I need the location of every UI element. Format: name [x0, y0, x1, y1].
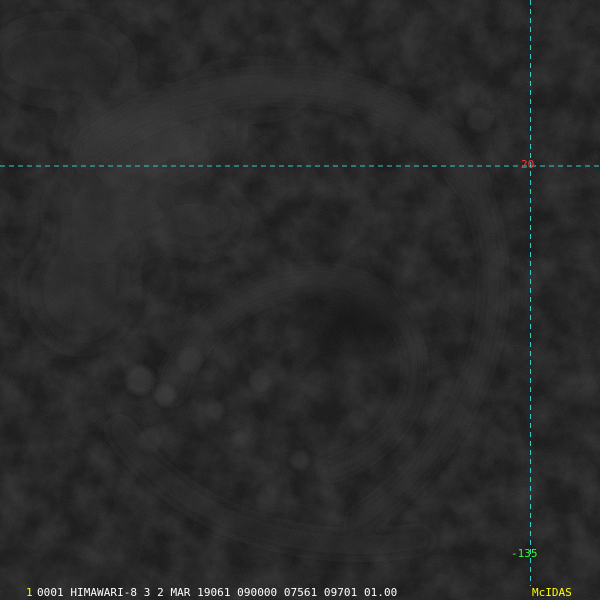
satellite-image-viewer: 20 -135 1 0001 HIMAWARI-8 3 2 MAR 19061 …: [0, 0, 600, 600]
image-grain: [0, 0, 600, 600]
image-metadata-text: 0001 HIMAWARI-8 3 2 MAR 19061 090000 075…: [37, 586, 398, 599]
image-status-bar: 1 0001 HIMAWARI-8 3 2 MAR 19061 090000 0…: [0, 586, 600, 600]
latitude-label: 20: [521, 158, 535, 171]
mcidas-brand: McIDAS: [532, 586, 572, 599]
satellite-cloud-imagery: [0, 0, 600, 600]
frame-number: 1: [26, 586, 33, 599]
longitude-label: -135: [511, 547, 538, 560]
